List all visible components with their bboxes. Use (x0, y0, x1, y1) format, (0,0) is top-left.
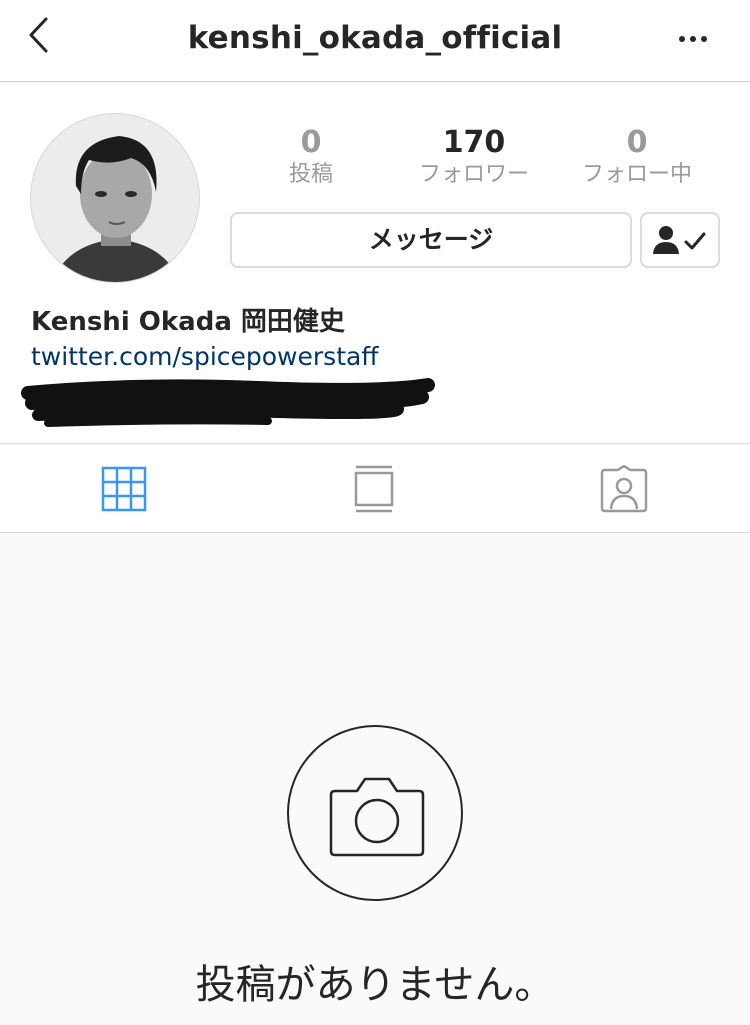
tab-tagged[interactable] (500, 445, 750, 533)
empty-posts-camera-circle (287, 725, 463, 901)
profile-display-name: Kenshi Okada 岡田健史 (31, 307, 345, 337)
following-status-button[interactable] (640, 212, 720, 268)
more-options-button[interactable] (676, 28, 712, 50)
posts-count: 0 (300, 125, 322, 160)
profile-photo (31, 114, 199, 282)
profile-header: 0 投稿 170 フォロワー 0 フォロー中 メッセージ Kenshi Okad… (0, 83, 750, 444)
profile-tab-bar (0, 445, 750, 533)
following-count: 0 (626, 125, 648, 160)
posts-stat: 0 投稿 (236, 125, 386, 189)
posts-label: 投稿 (288, 162, 333, 187)
redaction-scribble (21, 378, 435, 427)
grid-icon (101, 466, 147, 512)
followers-stat[interactable]: 170 フォロワー (399, 125, 549, 189)
top-nav-bar: kenshi_okada_official (0, 0, 750, 82)
tab-feed[interactable] (250, 445, 500, 533)
camera-icon (329, 777, 425, 857)
more-dots-icon (679, 36, 707, 42)
tagged-person-icon (600, 465, 648, 513)
followers-label: フォロワー (418, 162, 529, 187)
tab-grid[interactable] (0, 445, 250, 533)
following-label: フォロー中 (581, 162, 692, 187)
empty-posts-message: 投稿がありません。 (195, 962, 555, 1008)
profile-username-title: kenshi_okada_official (187, 20, 563, 56)
avatar[interactable] (30, 113, 200, 283)
person-check-icon (653, 226, 706, 254)
feed-icon (354, 465, 394, 513)
following-stat[interactable]: 0 フォロー中 (562, 125, 712, 189)
followers-count: 170 (442, 125, 506, 160)
message-button[interactable]: メッセージ (230, 212, 632, 268)
